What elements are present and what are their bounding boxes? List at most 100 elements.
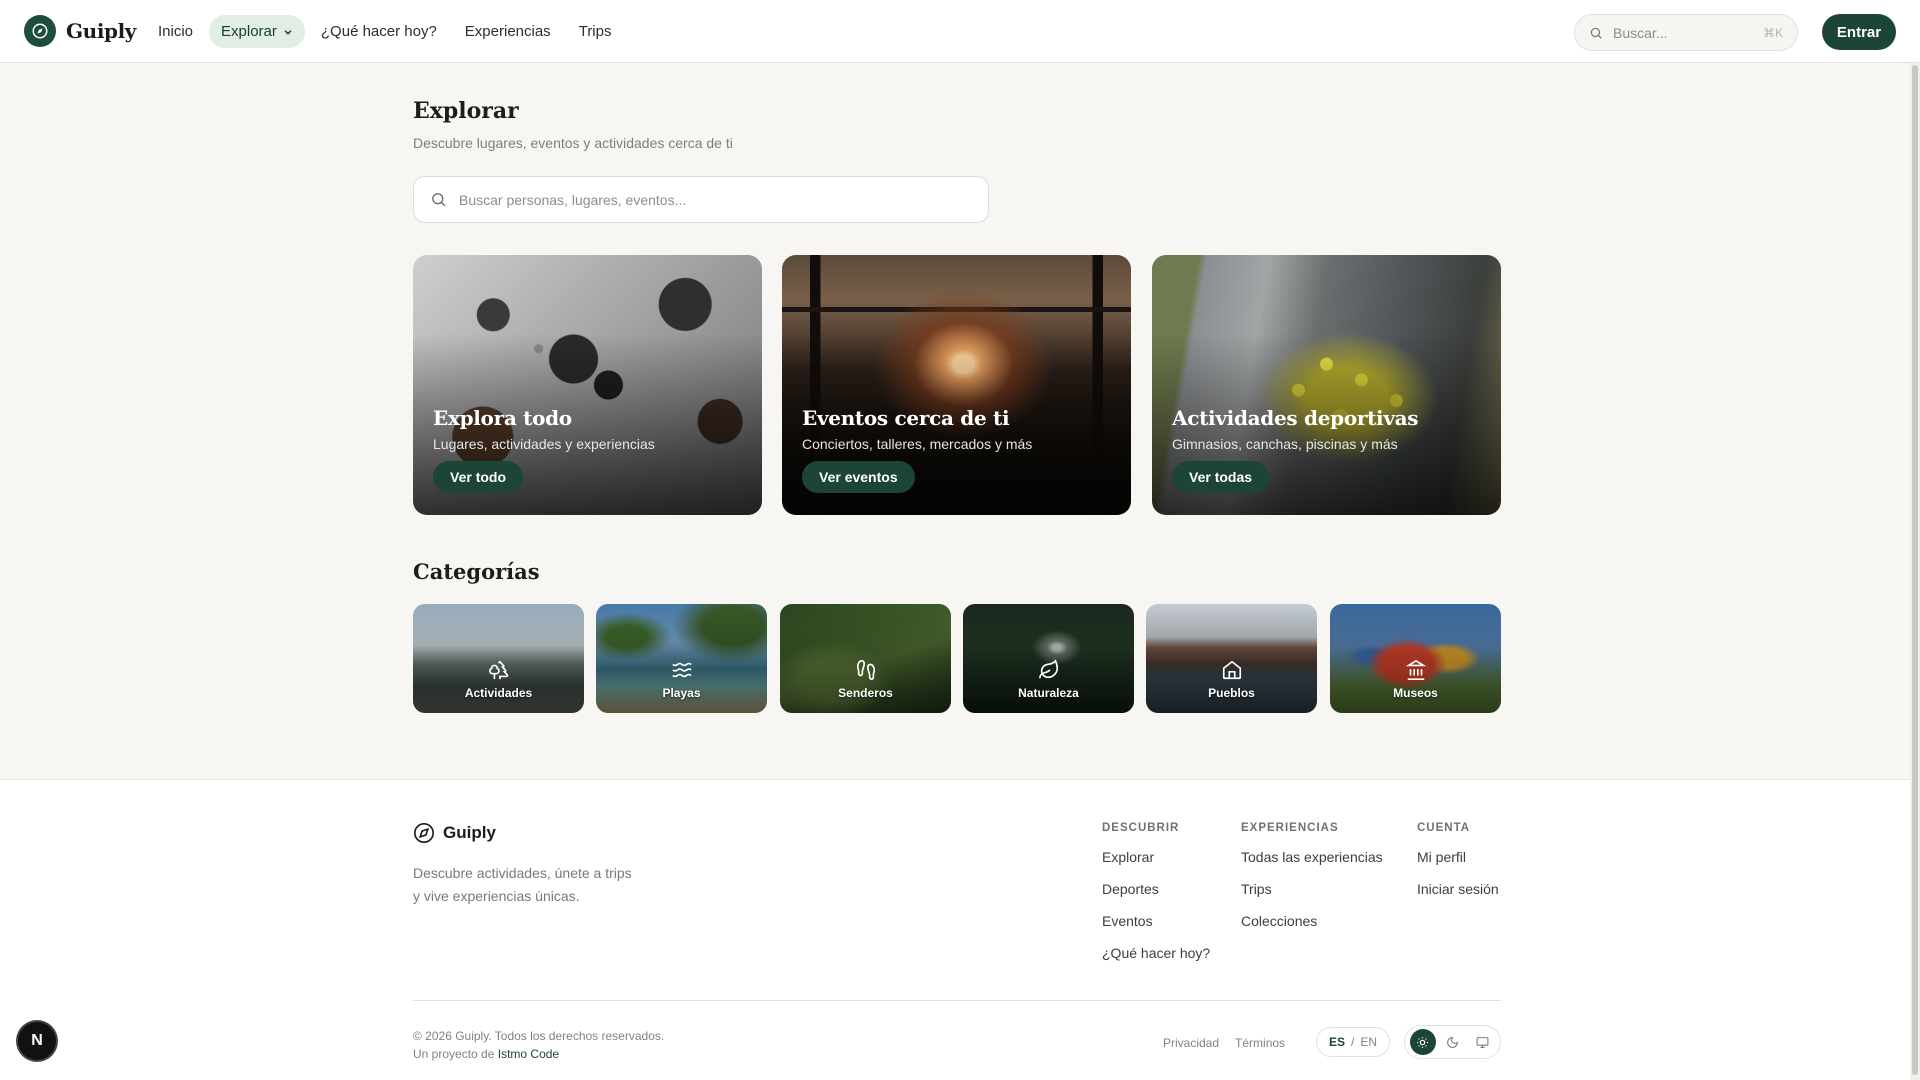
nav-label: ¿Qué hacer hoy? [320,23,437,40]
footprints-icon [856,660,876,680]
explore-search-input[interactable]: Buscar personas, lugares, eventos... [413,176,989,223]
theme-system-button[interactable] [1469,1029,1495,1055]
compass-icon [24,15,56,47]
search-icon [432,193,446,207]
privacy-link[interactable]: Privacidad [1163,1036,1219,1050]
nav-item-experiencias[interactable]: Experiencias [453,15,563,48]
categories-title: Categorías [413,559,540,584]
footer-link-iniciar-sesion[interactable]: Iniciar sesión [1417,880,1499,912]
ver-eventos-button[interactable]: Ver eventos [802,461,915,493]
project-credit: Un proyecto de Istmo Code [413,1045,664,1063]
nav-label: Explorar [221,23,277,40]
moon-icon [1447,1036,1458,1048]
compass-icon [414,823,434,843]
hero-title: Actividades deportivas [1172,406,1419,430]
category-label: Senderos [838,686,893,700]
footer-link-colecciones[interactable]: Colecciones [1241,912,1383,944]
footer-link-todas-experiencias[interactable]: Todas las experiencias [1241,848,1383,880]
nav-label: Experiencias [464,23,551,40]
search-shortcut-hint: ⌘K [1762,25,1783,40]
footer-column-heading: DESCUBRIR [1102,822,1180,834]
brand-name: Guiply [66,19,137,43]
lang-es[interactable]: ES [1329,1035,1345,1049]
category-pueblos[interactable]: Pueblos [1146,604,1317,713]
category-naturaleza[interactable]: Naturaleza [963,604,1134,713]
category-label: Naturaleza [1018,686,1079,700]
leaf-icon [1039,659,1059,679]
category-label: Museos [1393,686,1438,700]
monitor-icon [1476,1036,1489,1048]
nav-label: Trips [578,23,612,40]
istmo-code-link[interactable]: Istmo Code [498,1047,559,1061]
theme-dark-button[interactable] [1439,1029,1465,1055]
footer-column-heading: EXPERIENCIAS [1241,822,1339,834]
footer-link-trips[interactable]: Trips [1241,880,1383,912]
footer-column-heading: CUENTA [1417,822,1471,834]
site-footer: Guiply Descubre actividades, únete a tri… [0,779,1910,1080]
ver-todo-button[interactable]: Ver todo [433,461,524,493]
header-search-placeholder: Buscar... [1613,24,1668,41]
theme-switcher [1404,1025,1501,1059]
footer-column-descubrir: DESCUBRIR Explorar Deportes Eventos ¿Qué… [1102,822,1210,976]
footer-link-que-hacer-hoy[interactable]: ¿Qué hacer hoy? [1102,944,1210,976]
search-icon [1590,27,1602,39]
dev-tools-badge[interactable]: N [18,1022,56,1060]
hero-title: Explora todo [433,406,572,430]
sun-icon [1417,1036,1429,1048]
footer-column-experiencias: EXPERIENCIAS Todas las experiencias Trip… [1241,822,1383,944]
lang-separator: / [1351,1035,1355,1049]
category-museos[interactable]: Museos [1330,604,1501,713]
page-subtitle: Descubre lugares, eventos y actividades … [413,135,733,151]
nav-item-explorar[interactable]: Explorar [209,15,305,48]
home-icon [1222,660,1242,680]
category-label: Pueblos [1208,686,1255,700]
page-title: Explorar [413,98,519,124]
footer-link-explorar[interactable]: Explorar [1102,848,1210,880]
scrollbar-thumb[interactable] [1912,65,1918,1075]
explore-search-placeholder: Buscar personas, lugares, eventos... [459,191,687,208]
copyright-text: © 2026 Guiply. Todos los derechos reserv… [413,1029,665,1043]
hero-subtitle: Gimnasios, canchas, piscinas y más [1172,436,1398,452]
footer-column-cuenta: CUENTA Mi perfil Iniciar sesión [1417,822,1499,912]
footer-brand[interactable]: Guiply [413,822,496,844]
footer-link-mi-perfil[interactable]: Mi perfil [1417,848,1499,880]
terms-link[interactable]: Términos [1235,1036,1285,1050]
category-senderos[interactable]: Senderos [780,604,951,713]
hero-card-actividades-deportivas[interactable]: Actividades deportivas Gimnasios, cancha… [1152,255,1501,515]
brand-logo[interactable]: Guiply [24,15,136,47]
footer-copyright: © 2026 Guiply. Todos los derechos reserv… [413,1027,664,1063]
language-switcher[interactable]: ES / EN [1316,1027,1390,1057]
hero-subtitle: Lugares, actividades y experiencias [433,436,655,452]
category-label: Actividades [464,686,533,700]
header-search-input[interactable]: Buscar... ⌘K [1574,14,1798,51]
login-button[interactable]: Entrar [1822,14,1896,50]
footer-link-deportes[interactable]: Deportes [1102,880,1210,912]
lang-en[interactable]: EN [1360,1035,1377,1049]
project-prefix: Un proyecto de [413,1047,495,1061]
page-scrollbar[interactable] [1910,63,1920,1080]
footer-legal-links: Privacidad Términos [1163,1036,1285,1050]
hero-title: Eventos cerca de ti [802,406,1010,430]
ver-todas-button[interactable]: Ver todas [1172,461,1270,493]
trees-icon [489,660,509,680]
hero-card-explora-todo[interactable]: Explora todo Lugares, actividades y expe… [413,255,762,515]
nav-item-que-hacer-hoy[interactable]: ¿Qué hacer hoy? [309,15,449,48]
footer-link-eventos[interactable]: Eventos [1102,912,1210,944]
waves-icon [672,662,692,678]
nav-item-trips[interactable]: Trips [567,15,624,48]
chevron-down-icon [284,29,292,35]
hero-card-eventos[interactable]: Eventos cerca de ti Conciertos, talleres… [782,255,1131,515]
footer-description: Descubre actividades, únete a trips y vi… [413,865,632,904]
hero-subtitle: Conciertos, talleres, mercados y más [802,436,1033,452]
nav-item-inicio[interactable]: Inicio [146,15,205,48]
footer-brand-name: Guiply [443,823,496,842]
footer-divider [413,1000,1501,1001]
nav-label: Inicio [158,23,194,40]
landmark-icon [1405,659,1427,680]
top-navigation-bar: Guiply Inicio Explorar ¿Qué hacer hoy? E… [0,0,1920,63]
theme-light-button[interactable] [1409,1029,1436,1055]
category-playas[interactable]: Playas [596,604,767,713]
category-label: Playas [662,686,701,700]
main-nav: Inicio Explorar ¿Qué hacer hoy? Experien… [146,15,627,48]
category-actividades[interactable]: Actividades [413,604,584,713]
